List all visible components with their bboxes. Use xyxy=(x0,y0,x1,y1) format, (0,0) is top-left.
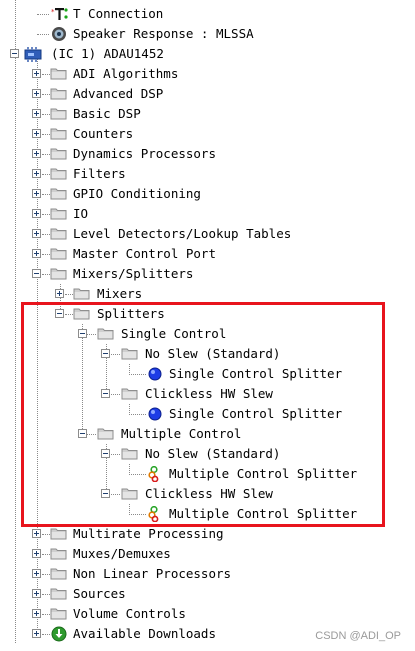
collapse-toggle[interactable] xyxy=(32,269,41,278)
tree-item-label: IO xyxy=(73,206,89,221)
tree-item-label: Available Downloads xyxy=(73,626,216,641)
tree-item-adi-algorithms[interactable]: ADI Algorithms xyxy=(0,64,415,84)
tree-item-label: Mixers xyxy=(97,286,143,301)
tree-item-ic1[interactable]: (IC 1) ADAU1452 xyxy=(0,44,415,64)
tree-item-master-control-port[interactable]: Master Control Port xyxy=(0,244,415,264)
tree-item-t-connection[interactable]: * T Connection xyxy=(0,4,415,24)
tree-item-advanced-dsp[interactable]: Advanced DSP xyxy=(0,84,415,104)
tree-item-mixers[interactable]: Mixers xyxy=(0,284,415,304)
tree-item-label: Master Control Port xyxy=(73,246,216,261)
folder-icon xyxy=(50,606,68,622)
expand-toggle[interactable] xyxy=(32,609,41,618)
tree-item-mixers-splitters[interactable]: Mixers/Splitters xyxy=(0,264,415,284)
folder-icon xyxy=(50,126,68,142)
folder-icon xyxy=(50,166,68,182)
tree-item-volume-controls[interactable]: Volume Controls xyxy=(0,604,415,624)
tree-item-label: (IC 1) ADAU1452 xyxy=(51,46,164,61)
tree-item-speaker-response[interactable]: Speaker Response : MLSSA xyxy=(0,24,415,44)
folder-icon xyxy=(50,206,68,222)
toolbox-tree: * T Connection Speaker Response : MLSSA xyxy=(0,0,415,651)
tree-item-label: Dynamics Processors xyxy=(73,146,216,161)
expand-toggle[interactable] xyxy=(32,549,41,558)
expand-toggle[interactable] xyxy=(32,209,41,218)
tree-item-label: T Connection xyxy=(73,6,164,21)
tree-item-sources[interactable]: Sources xyxy=(0,584,415,604)
tree-item-label: Speaker Response : MLSSA xyxy=(73,26,254,41)
speaker-icon xyxy=(51,26,69,42)
folder-icon xyxy=(50,186,68,202)
tree-item-filters[interactable]: Filters xyxy=(0,164,415,184)
highlight-box xyxy=(21,302,385,527)
expand-toggle[interactable] xyxy=(32,169,41,178)
tree-item-label: Multirate Processing xyxy=(73,526,224,541)
expand-toggle[interactable] xyxy=(32,69,41,78)
tree-item-multirate-processing[interactable]: Multirate Processing xyxy=(0,524,415,544)
download-icon xyxy=(51,626,69,642)
chip-icon xyxy=(24,46,42,62)
tree-item-dynamics-processors[interactable]: Dynamics Processors xyxy=(0,144,415,164)
tree-item-label: Level Detectors/Lookup Tables xyxy=(73,226,292,241)
t-connection-icon: * xyxy=(51,6,69,22)
tree-item-label: Filters xyxy=(73,166,126,181)
collapse-toggle[interactable] xyxy=(10,49,19,58)
expand-toggle[interactable] xyxy=(32,109,41,118)
folder-icon xyxy=(50,86,68,102)
folder-icon xyxy=(73,286,91,302)
tree-item-label: Advanced DSP xyxy=(73,86,164,101)
expand-toggle[interactable] xyxy=(32,249,41,258)
tree-item-label: Mixers/Splitters xyxy=(73,266,194,281)
tree-item-io[interactable]: IO xyxy=(0,204,415,224)
folder-icon xyxy=(50,66,68,82)
folder-icon xyxy=(50,266,68,282)
tree-item-basic-dsp[interactable]: Basic DSP xyxy=(0,104,415,124)
tree-item-label: Basic DSP xyxy=(73,106,141,121)
watermark: CSDN @ADI_OP xyxy=(315,630,401,642)
folder-icon xyxy=(50,566,68,582)
tree-item-muxes-demuxes[interactable]: Muxes/Demuxes xyxy=(0,544,415,564)
expand-toggle[interactable] xyxy=(32,89,41,98)
tree-item-label: Non Linear Processors xyxy=(73,566,232,581)
folder-icon xyxy=(50,106,68,122)
expand-toggle[interactable] xyxy=(32,149,41,158)
tree-item-label: Muxes/Demuxes xyxy=(73,546,171,561)
folder-icon xyxy=(50,226,68,242)
expand-toggle[interactable] xyxy=(32,189,41,198)
expand-toggle[interactable] xyxy=(55,289,64,298)
expand-toggle[interactable] xyxy=(32,569,41,578)
svg-text:*: * xyxy=(51,8,55,16)
expand-toggle[interactable] xyxy=(32,229,41,238)
tree-item-level-detectors[interactable]: Level Detectors/Lookup Tables xyxy=(0,224,415,244)
folder-icon xyxy=(50,146,68,162)
tree-item-label: Volume Controls xyxy=(73,606,186,621)
tree-item-label: GPIO Conditioning xyxy=(73,186,201,201)
tree-item-label: Sources xyxy=(73,586,126,601)
folder-icon xyxy=(50,586,68,602)
expand-toggle[interactable] xyxy=(32,529,41,538)
tree-item-non-linear-processors[interactable]: Non Linear Processors xyxy=(0,564,415,584)
folder-icon xyxy=(50,526,68,542)
tree-item-gpio-conditioning[interactable]: GPIO Conditioning xyxy=(0,184,415,204)
folder-icon xyxy=(50,546,68,562)
tree-item-label: Counters xyxy=(73,126,134,141)
tree-item-label: ADI Algorithms xyxy=(73,66,179,81)
tree-item-counters[interactable]: Counters xyxy=(0,124,415,144)
expand-toggle[interactable] xyxy=(32,589,41,598)
expand-toggle[interactable] xyxy=(32,129,41,138)
folder-icon xyxy=(50,246,68,262)
expand-toggle[interactable] xyxy=(32,629,41,638)
